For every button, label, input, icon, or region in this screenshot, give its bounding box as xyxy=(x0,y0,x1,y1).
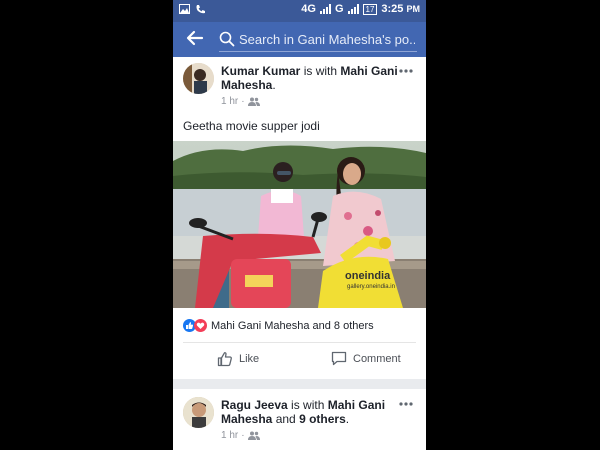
search-bar[interactable] xyxy=(219,27,417,52)
like-button[interactable]: Like xyxy=(217,351,259,367)
author-name[interactable]: Kumar Kumar xyxy=(221,64,300,78)
back-arrow-icon[interactable] xyxy=(186,29,204,47)
post-time[interactable]: 1 hr xyxy=(221,430,238,441)
reactions-text: Mahi Gani Mahesha and 8 others xyxy=(211,319,374,332)
comment-button[interactable]: Comment xyxy=(331,351,401,366)
comment-label: Comment xyxy=(353,352,401,365)
post-headline: Ragu Jeeva is with Mahi Gani Mahesha and… xyxy=(221,398,401,426)
more-options-icon[interactable] xyxy=(398,68,414,74)
phone-screen: 4G G 17 3:25 PM Search in Gani Mahesha's… xyxy=(173,0,426,450)
search-icon xyxy=(219,31,235,47)
post-time[interactable]: 1 hr xyxy=(221,96,238,107)
search-input[interactable] xyxy=(239,30,415,48)
suffix-text: . xyxy=(272,78,276,92)
divider xyxy=(183,342,416,343)
comment-icon xyxy=(331,351,347,366)
friends-icon xyxy=(247,431,260,440)
clock-ampm: PM xyxy=(406,4,421,14)
with-text: is with xyxy=(300,64,341,78)
network-label-2: G xyxy=(334,3,344,15)
post-text: Geetha movie supper jodi xyxy=(183,119,320,133)
watermark-site: gallery.oneindia.in xyxy=(347,284,395,290)
post-meta: 1 hr · xyxy=(221,96,260,107)
more-options-icon[interactable] xyxy=(398,401,414,407)
with-text: is with xyxy=(287,398,328,412)
friends-icon xyxy=(247,97,260,106)
author-name[interactable]: Ragu Jeeva xyxy=(221,398,288,412)
watermark-brand: oneindia xyxy=(345,270,391,282)
avatar[interactable] xyxy=(183,63,214,94)
app-header xyxy=(173,22,426,57)
reactions-row[interactable]: Mahi Gani Mahesha and 8 others xyxy=(183,319,374,332)
suffix-text: . xyxy=(345,412,350,426)
meta-dot: · xyxy=(241,430,245,441)
meta-dot: · xyxy=(241,96,245,107)
signal-icon-2 xyxy=(347,4,359,14)
battery-indicator: 17 xyxy=(362,3,378,15)
missed-call-icon xyxy=(196,5,205,14)
thumbs-up-icon xyxy=(217,352,232,367)
others-link[interactable]: 9 others xyxy=(299,412,346,426)
post-card: Kumar Kumar is with Mahi Gani Mahesha. 1… xyxy=(173,57,426,379)
clock-time: 3:25 xyxy=(381,3,404,15)
gallery-icon xyxy=(179,4,190,14)
and-text: and xyxy=(272,412,300,426)
like-label: Like xyxy=(239,353,260,365)
love-reaction-icon xyxy=(194,319,207,332)
reaction-icons xyxy=(183,319,207,332)
post-meta: 1 hr · xyxy=(221,430,260,441)
signal-icon xyxy=(319,4,331,14)
post-headline: Kumar Kumar is with Mahi Gani Mahesha. xyxy=(221,64,401,92)
post-card: Ragu Jeeva is with Mahi Gani Mahesha and… xyxy=(173,389,426,450)
clock: 3:25 PM xyxy=(381,3,420,15)
status-bar: 4G G 17 3:25 PM xyxy=(173,0,426,22)
avatar[interactable] xyxy=(183,397,214,428)
network-label: 4G xyxy=(301,3,316,15)
post-photo[interactable]: oneindia gallery.oneindia.in xyxy=(173,141,426,308)
